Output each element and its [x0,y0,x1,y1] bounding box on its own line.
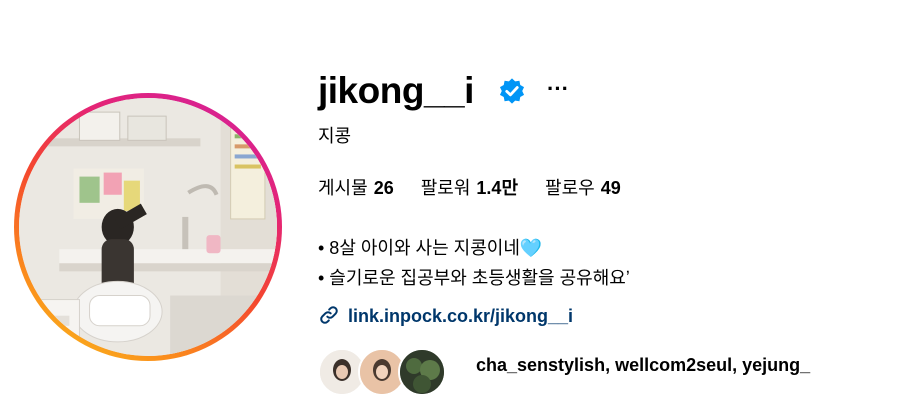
light-blue-heart-icon: 🩵 [519,238,543,258]
stat-label: 게시물 [318,178,368,198]
profile-avatar-story-ring[interactable] [14,93,282,361]
external-link[interactable]: link.inpock.co.kr/jikong__i [318,302,573,330]
follower-avatar [398,348,446,396]
following-link[interactable]: 팔로우 49 [545,175,621,201]
more-options-icon[interactable]: ··· [545,74,571,104]
link-icon [320,306,338,324]
profile-stats: 게시물 26 팔로워 1.4만 팔로우 49 [318,175,643,201]
verified-badge-icon [499,78,525,104]
profile-username: jikong__i [318,70,474,111]
stat-value: 49 [600,178,621,198]
bio-line: • 8살 아이와 사는 지콩이네🩵 [318,233,630,263]
stat-label: 팔로워 [420,178,471,198]
external-link-text: link.inpock.co.kr/jikong__i [348,306,574,326]
followed-by-names: cha_senstylish, wellcom2seul, yejung_ [476,355,811,375]
bio-line: • 슬기로운 집공부와 초등생활을 공유해요ʼ [318,268,630,288]
profile-full-name: 지콩 [318,126,352,146]
stat-value: 26 [373,178,394,198]
followers-link[interactable]: 팔로워 1.4만 [421,175,518,201]
profile-bio: • 8살 아이와 사는 지콩이네🩵 • 슬기로운 집공부와 초등생활을 공유해요… [318,233,630,293]
bio-line-text: • 8살 아이와 사는 지콩이네 [318,238,520,258]
stat-label: 팔로우 [545,178,595,198]
posts-count: 게시물 26 [318,175,394,201]
stat-value: 1.4만 [476,178,519,198]
profile-avatar-image [19,98,277,356]
